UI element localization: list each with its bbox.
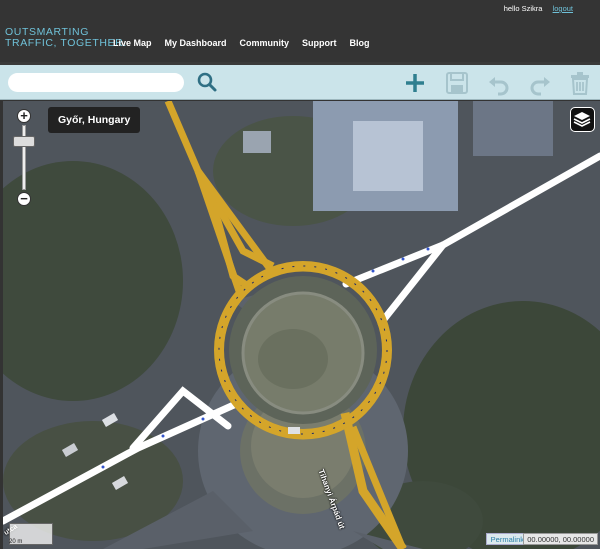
location-label: Győr, Hungary bbox=[48, 107, 141, 133]
plus-icon[interactable] bbox=[402, 70, 428, 96]
redo-icon[interactable] bbox=[527, 70, 553, 96]
logout-link[interactable]: logout bbox=[553, 4, 573, 13]
layers-icon bbox=[573, 112, 591, 127]
main-nav: Live Map My Dashboard Community Support … bbox=[113, 38, 383, 48]
user-greeting: hello Szikra bbox=[503, 4, 543, 13]
search-icon[interactable] bbox=[196, 71, 218, 93]
nav-community[interactable]: Community bbox=[240, 38, 290, 48]
map-canvas[interactable]: + − Győr, Hungary Tihanyi Árpád út utca … bbox=[3, 101, 600, 549]
trash-icon[interactable] bbox=[567, 70, 593, 96]
nav-blog[interactable]: Blog bbox=[350, 38, 370, 48]
top-header: OUTSMARTING TRAFFIC, TOGETHER. Live Map … bbox=[0, 0, 600, 62]
logo-line-2: TRAFFIC, TOGETHER. bbox=[5, 37, 127, 49]
undo-icon[interactable] bbox=[486, 70, 512, 96]
zoom-slider-track[interactable] bbox=[22, 125, 26, 190]
scale-text: 20 m bbox=[9, 539, 23, 545]
zoom-in-button[interactable]: + bbox=[17, 109, 31, 123]
coordinates-readout: 00.00000, 00.00000 bbox=[523, 533, 598, 545]
nav-live-map[interactable]: Live Map bbox=[113, 38, 152, 48]
nav-support[interactable]: Support bbox=[302, 38, 337, 48]
layers-button[interactable] bbox=[570, 107, 595, 132]
nav-my-dashboard[interactable]: My Dashboard bbox=[165, 38, 227, 48]
user-bar: hello Szikra logout bbox=[504, 4, 573, 13]
save-icon[interactable] bbox=[444, 70, 470, 96]
brand-logo[interactable]: OUTSMARTING TRAFFIC, TOGETHER. bbox=[5, 27, 127, 49]
editor-toolbar bbox=[0, 62, 600, 100]
zoom-out-button[interactable]: − bbox=[17, 192, 31, 206]
satellite-imagery bbox=[3, 101, 600, 549]
zoom-slider-handle[interactable] bbox=[13, 136, 35, 147]
search-input[interactable] bbox=[8, 73, 184, 92]
